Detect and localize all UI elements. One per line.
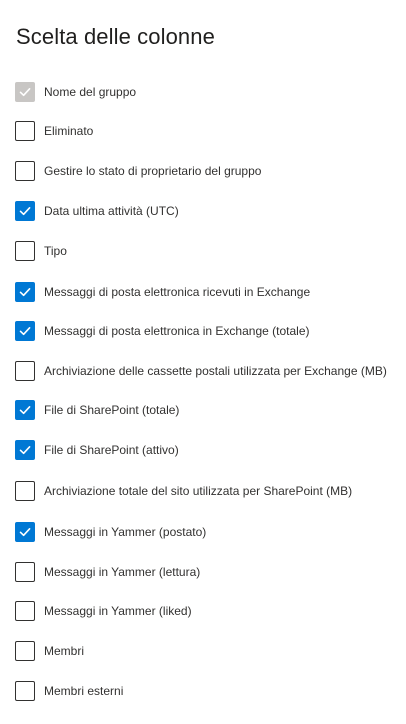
checkbox[interactable] (15, 201, 35, 221)
column-option-yammer-read[interactable]: Messaggi in Yammer (lettura) (15, 561, 400, 583)
checkbox[interactable] (15, 641, 35, 661)
checkbox[interactable] (15, 481, 35, 501)
option-label: Tipo (44, 244, 67, 258)
option-label: File di SharePoint (totale) (44, 403, 180, 417)
column-option-sharepoint-files-active[interactable]: File di SharePoint (attivo) (15, 439, 400, 461)
checkbox[interactable] (15, 681, 35, 701)
checkbox[interactable] (15, 562, 35, 582)
checkbox[interactable] (15, 282, 35, 302)
checkbox[interactable] (15, 400, 35, 420)
option-label: Nome del gruppo (44, 85, 137, 99)
checkmark-icon (19, 207, 31, 216)
option-label: Archiviazione totale del sito utilizzata… (44, 484, 353, 498)
column-options-list: Nome del gruppo Eliminato Gestire lo sta… (0, 0, 406, 724)
option-label: Messaggi di posta elettronica ricevuti i… (44, 285, 311, 299)
option-label: Membri (44, 644, 85, 658)
option-label: File di SharePoint (attivo) (44, 443, 179, 457)
checkmark-icon (19, 406, 31, 415)
checkbox[interactable] (15, 601, 35, 621)
column-option-type[interactable]: Tipo (15, 240, 400, 262)
option-label: Messaggi in Yammer (postato) (44, 525, 207, 539)
option-label: Gestire lo stato di proprietario del gru… (44, 164, 262, 178)
checkmark-icon (19, 288, 31, 297)
column-option-exchange-total[interactable]: Messaggi di posta elettronica in Exchang… (15, 320, 400, 342)
option-label: Membri esterni (44, 684, 124, 698)
checkbox[interactable] (15, 440, 35, 460)
option-label: Eliminato (44, 124, 94, 138)
option-label: Archiviazione delle cassette postali uti… (44, 364, 387, 378)
column-option-external-members[interactable]: Membri esterni (15, 680, 400, 702)
checkmark-icon (19, 88, 31, 97)
option-label: Messaggi in Yammer (lettura) (44, 565, 201, 579)
column-option-mailbox-storage[interactable]: Archiviazione delle cassette postali uti… (15, 360, 400, 382)
column-option-yammer-liked[interactable]: Messaggi in Yammer (liked) (15, 600, 400, 622)
checkmark-icon (19, 327, 31, 336)
checkbox (15, 82, 35, 102)
column-option-last-activity[interactable]: Data ultima attività (UTC) (15, 200, 400, 222)
column-option-group-name: Nome del gruppo (15, 81, 400, 103)
checkbox[interactable] (15, 121, 35, 141)
option-label: Messaggi di posta elettronica in Exchang… (44, 324, 310, 338)
column-option-sharepoint-files-total[interactable]: File di SharePoint (totale) (15, 399, 400, 421)
checkbox[interactable] (15, 321, 35, 341)
option-label: Data ultima attività (UTC) (44, 204, 179, 218)
checkmark-icon (19, 446, 31, 455)
option-label: Messaggi in Yammer (liked) (44, 604, 192, 618)
column-option-sharepoint-storage[interactable]: Archiviazione totale del sito utilizzata… (15, 480, 400, 502)
column-option-exchange-received[interactable]: Messaggi di posta elettronica ricevuti i… (15, 281, 400, 303)
column-option-deleted[interactable]: Eliminato (15, 120, 400, 142)
column-option-owner-status[interactable]: Gestire lo stato di proprietario del gru… (15, 160, 400, 182)
checkbox[interactable] (15, 161, 35, 181)
checkbox[interactable] (15, 522, 35, 542)
checkbox[interactable] (15, 241, 35, 261)
column-option-members[interactable]: Membri (15, 640, 400, 662)
checkmark-icon (19, 528, 31, 537)
column-option-yammer-posted[interactable]: Messaggi in Yammer (postato) (15, 521, 400, 543)
checkbox[interactable] (15, 361, 35, 381)
